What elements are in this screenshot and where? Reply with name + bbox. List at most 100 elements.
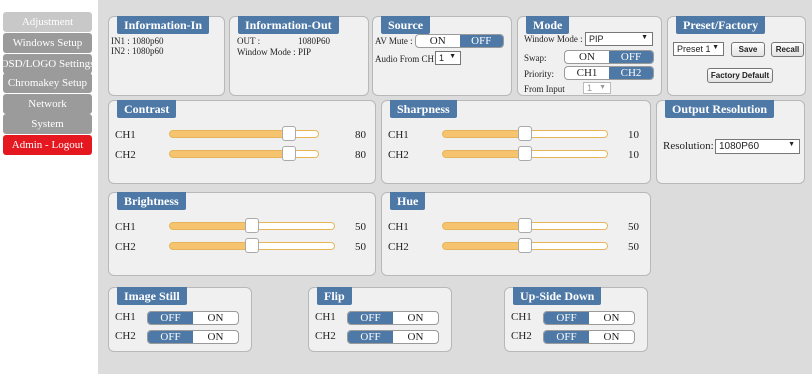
resolution-select-value: 1080P60 <box>719 141 760 152</box>
upside-down-ch1-off-button[interactable]: OFF <box>544 312 589 324</box>
save-button[interactable]: Save <box>731 42 765 57</box>
flip-ch2-off-button[interactable]: OFF <box>348 331 393 343</box>
sidebar-item-network[interactable]: Network <box>3 94 92 114</box>
flip-ch1-off-button[interactable]: OFF <box>348 312 393 324</box>
contrast-title: Contrast <box>117 100 177 118</box>
chevron-down-icon: ▼ <box>599 84 606 91</box>
image-still-ch2-on-button[interactable]: ON <box>193 331 238 343</box>
source-panel: Source AV Mute : ON OFF Audio From CH 1 … <box>372 16 512 96</box>
contrast-panel: Contrast CH1 80 CH2 80 <box>108 100 376 184</box>
sharpness-ch2-value: 10 <box>628 149 639 161</box>
contrast-ch2-label: CH2 <box>115 149 136 161</box>
source-title: Source <box>381 16 431 34</box>
contrast-ch1-track[interactable] <box>169 130 319 138</box>
flip-ch1-label: CH1 <box>315 311 336 323</box>
brightness-title: Brightness <box>117 192 186 210</box>
hue-ch1-value: 50 <box>628 221 639 233</box>
flip-ch1-on-button[interactable]: ON <box>393 312 438 324</box>
chevron-down-icon: ▼ <box>641 34 648 41</box>
output-resolution-panel: Output Resolution Resolution: 1080P60 ▼ <box>656 100 805 184</box>
window-mode-select-label: Window Mode : <box>524 34 583 44</box>
priority-ch2-button[interactable]: CH2 <box>609 67 653 79</box>
image-still-title: Image Still <box>117 287 187 305</box>
information-out-title: Information-Out <box>238 16 339 34</box>
sidebar-item-windows-setup[interactable]: Windows Setup <box>3 33 92 53</box>
sidebar: Adjustment Windows Setup OSD/LOGO Settin… <box>0 0 96 374</box>
recall-button[interactable]: Recall <box>771 42 804 57</box>
contrast-ch1-value: 80 <box>355 129 366 141</box>
av-mute-off-button[interactable]: OFF <box>459 35 503 47</box>
sharpness-ch2-label: CH2 <box>388 149 409 161</box>
image-still-ch1-on-button[interactable]: ON <box>193 312 238 324</box>
sharpness-ch2-handle[interactable] <box>518 146 532 161</box>
sidebar-item-system[interactable]: System <box>3 114 92 134</box>
upside-down-ch1-toggle: OFF ON <box>543 311 635 325</box>
output-resolution-title: Output Resolution <box>665 100 775 118</box>
window-mode-select-value: PIP <box>589 34 604 44</box>
sidebar-item-adjustment[interactable]: Adjustment <box>3 12 92 32</box>
brightness-ch1-handle[interactable] <box>245 218 259 233</box>
upside-down-ch2-off-button[interactable]: OFF <box>544 331 589 343</box>
brightness-panel: Brightness CH1 50 CH2 50 <box>108 192 376 276</box>
hue-ch1-handle[interactable] <box>518 218 532 233</box>
upside-down-ch2-label: CH2 <box>511 330 532 342</box>
hue-ch2-handle[interactable] <box>518 238 532 253</box>
from-input-value: 1 <box>587 83 593 93</box>
upside-down-panel: Up-Side Down CH1 OFF ON CH2 OFF ON <box>504 287 648 352</box>
brightness-ch1-label: CH1 <box>115 221 136 233</box>
contrast-ch2-value: 80 <box>355 149 366 161</box>
av-mute-on-button[interactable]: ON <box>416 35 460 47</box>
flip-ch2-on-button[interactable]: ON <box>393 331 438 343</box>
swap-on-button[interactable]: ON <box>565 51 609 63</box>
out-label: OUT : <box>237 36 261 46</box>
upside-down-ch1-on-button[interactable]: ON <box>589 312 634 324</box>
contrast-ch2-handle[interactable] <box>282 146 296 161</box>
out-value: 1080P60 <box>298 36 331 46</box>
preset-select[interactable]: Preset 1 ▼ <box>673 42 724 56</box>
upside-down-title: Up-Side Down <box>513 287 602 305</box>
sharpness-ch1-label: CH1 <box>388 129 409 141</box>
contrast-ch1-label: CH1 <box>115 129 136 141</box>
preset-factory-panel: Preset/Factory Preset 1 ▼ Save Recall Fa… <box>667 16 806 96</box>
flip-panel: Flip CH1 OFF ON CH2 OFF ON <box>308 287 452 352</box>
contrast-ch2-track[interactable] <box>169 150 319 158</box>
sharpness-ch1-handle[interactable] <box>518 126 532 141</box>
audio-from-ch-value: 1 <box>439 53 445 63</box>
from-input-label: From Input <box>524 84 565 94</box>
image-still-ch1-off-button[interactable]: OFF <box>148 312 193 324</box>
information-in-title: Information-In <box>117 16 210 34</box>
sidebar-item-osd-logo-settings[interactable]: OSD/LOGO Settings <box>1 54 94 74</box>
contrast-ch1-handle[interactable] <box>282 126 296 141</box>
sharpness-panel: Sharpness CH1 10 CH2 10 <box>381 100 651 184</box>
image-still-panel: Image Still CH1 OFF ON CH2 OFF ON <box>108 287 252 352</box>
chevron-down-icon: ▼ <box>449 53 456 60</box>
factory-default-button[interactable]: Factory Default <box>707 68 773 83</box>
av-mute-label: AV Mute : <box>375 36 413 46</box>
from-input-select[interactable]: 1 ▼ <box>583 82 611 94</box>
swap-off-button[interactable]: OFF <box>609 51 653 63</box>
chevron-down-icon: ▼ <box>788 141 795 148</box>
window-mode-label: Window Mode : <box>237 47 296 57</box>
admin-logout-button[interactable]: Admin - Logout <box>3 135 92 155</box>
audio-from-ch-select[interactable]: 1 ▼ <box>435 51 461 65</box>
image-still-ch2-toggle: OFF ON <box>147 330 239 344</box>
hue-ch1-label: CH1 <box>388 221 409 233</box>
brightness-ch2-handle[interactable] <box>245 238 259 253</box>
image-still-ch2-off-button[interactable]: OFF <box>148 331 193 343</box>
sidebar-item-chromakey-setup[interactable]: Chromakey Setup <box>3 73 92 93</box>
priority-ch1-button[interactable]: CH1 <box>565 67 609 79</box>
resolution-select[interactable]: 1080P60 ▼ <box>715 139 800 154</box>
resolution-label: Resolution: <box>663 140 714 152</box>
sharpness-title: Sharpness <box>390 100 457 118</box>
main-content: Information-In IN1 : 1080p60 IN2 : 1080p… <box>98 0 812 374</box>
brightness-ch2-value: 50 <box>355 241 366 253</box>
priority-label: Priority: <box>524 69 555 79</box>
in2-resolution: IN2 : 1080p60 <box>111 46 164 56</box>
window-mode-select[interactable]: PIP ▼ <box>585 32 653 46</box>
in1-resolution: IN1 : 1080p60 <box>111 36 164 46</box>
preset-factory-title: Preset/Factory <box>676 16 766 34</box>
upside-down-ch2-on-button[interactable]: ON <box>589 331 634 343</box>
swap-label: Swap: <box>524 53 547 63</box>
hue-ch2-label: CH2 <box>388 241 409 253</box>
information-in-panel: Information-In IN1 : 1080p60 IN2 : 1080p… <box>108 16 225 96</box>
